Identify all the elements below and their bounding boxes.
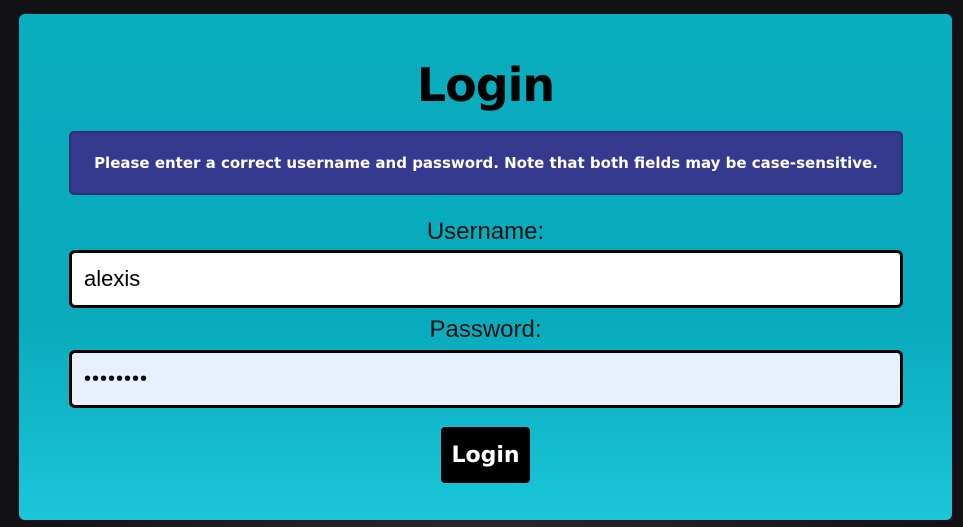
login-card: Login Please enter a correct username an… bbox=[19, 14, 952, 520]
error-message: Please enter a correct username and pass… bbox=[94, 154, 878, 172]
password-input[interactable] bbox=[69, 350, 903, 408]
password-label: Password: bbox=[429, 316, 542, 343]
login-button[interactable]: Login bbox=[441, 427, 530, 483]
page-title: Login bbox=[416, 58, 555, 112]
error-banner: Please enter a correct username and pass… bbox=[69, 131, 903, 195]
username-label: Username: bbox=[426, 218, 545, 245]
username-input[interactable] bbox=[69, 250, 903, 308]
